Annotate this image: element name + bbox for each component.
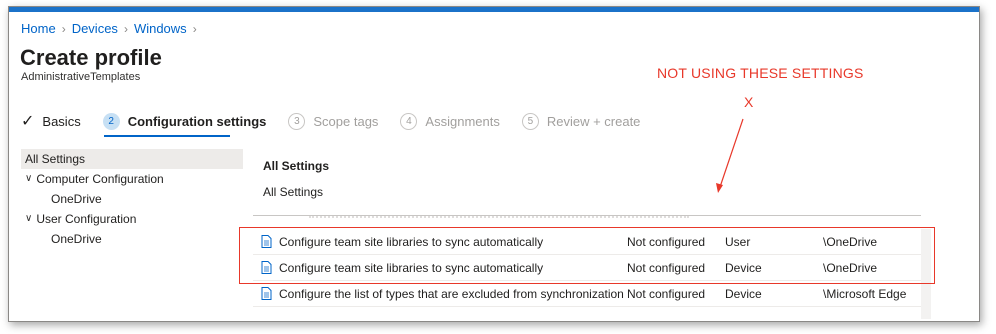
setting-scope: Device xyxy=(725,286,762,301)
settings-tree: All Settings ∨ Computer Configuration On… xyxy=(21,149,243,249)
active-step-underline xyxy=(104,135,230,137)
content-breadcrumb: All Settings xyxy=(263,185,324,199)
document-icon xyxy=(253,287,279,300)
step-scope-tags[interactable]: 3 Scope tags xyxy=(288,112,379,130)
portal-window: Home › Devices › Windows › Create profil… xyxy=(8,6,980,322)
annotation-highlight-box xyxy=(239,227,935,284)
tree-item-computer-configuration[interactable]: ∨ Computer Configuration xyxy=(21,169,243,189)
step-review-create[interactable]: 5 Review + create xyxy=(521,112,641,130)
step-label: Review + create xyxy=(546,113,641,129)
tree-item-label: Computer Configuration xyxy=(36,172,164,186)
tree-item-label: OneDrive xyxy=(51,192,102,206)
step-number-badge: 5 xyxy=(521,112,539,130)
tree-item-label: All Settings xyxy=(25,152,86,166)
setting-name[interactable]: Configure the list of types that are exc… xyxy=(279,287,627,301)
chevron-down-icon[interactable]: ∨ xyxy=(25,209,32,229)
step-configuration-settings[interactable]: 2 Configuration settings xyxy=(102,112,267,130)
wizard-steps: ✓ Basics 2 Configuration settings 3 Scop… xyxy=(21,111,662,131)
table-header-remnant xyxy=(309,216,689,220)
step-assignments[interactable]: 4 Assignments xyxy=(400,112,500,130)
step-label: Configuration settings xyxy=(127,113,267,129)
step-number-badge: 2 xyxy=(102,112,120,130)
step-number-badge: 4 xyxy=(400,112,418,130)
tree-item-label: User Configuration xyxy=(36,212,137,226)
table-row[interactable]: Configure the list of types that are exc… xyxy=(253,281,921,307)
setting-path: \Microsoft Edge xyxy=(823,286,907,301)
chevron-down-icon[interactable]: ∨ xyxy=(25,169,32,189)
tree-item-user-configuration[interactable]: ∨ User Configuration xyxy=(21,209,243,229)
tree-item-label: OneDrive xyxy=(51,232,102,246)
step-number-badge: 3 xyxy=(288,112,306,130)
check-icon: ✓ xyxy=(21,113,35,130)
setting-state: Not configured xyxy=(627,286,706,301)
tree-item-all-settings[interactable]: All Settings xyxy=(21,149,243,169)
step-basics[interactable]: ✓ Basics xyxy=(21,111,81,131)
step-label: Basics xyxy=(42,113,81,129)
tree-item-onedrive-computer[interactable]: OneDrive xyxy=(21,189,243,209)
step-label: Scope tags xyxy=(313,113,379,129)
tree-item-onedrive-user[interactable]: OneDrive xyxy=(21,229,243,249)
step-label: Assignments xyxy=(425,113,500,129)
content-heading: All Settings xyxy=(263,159,330,173)
